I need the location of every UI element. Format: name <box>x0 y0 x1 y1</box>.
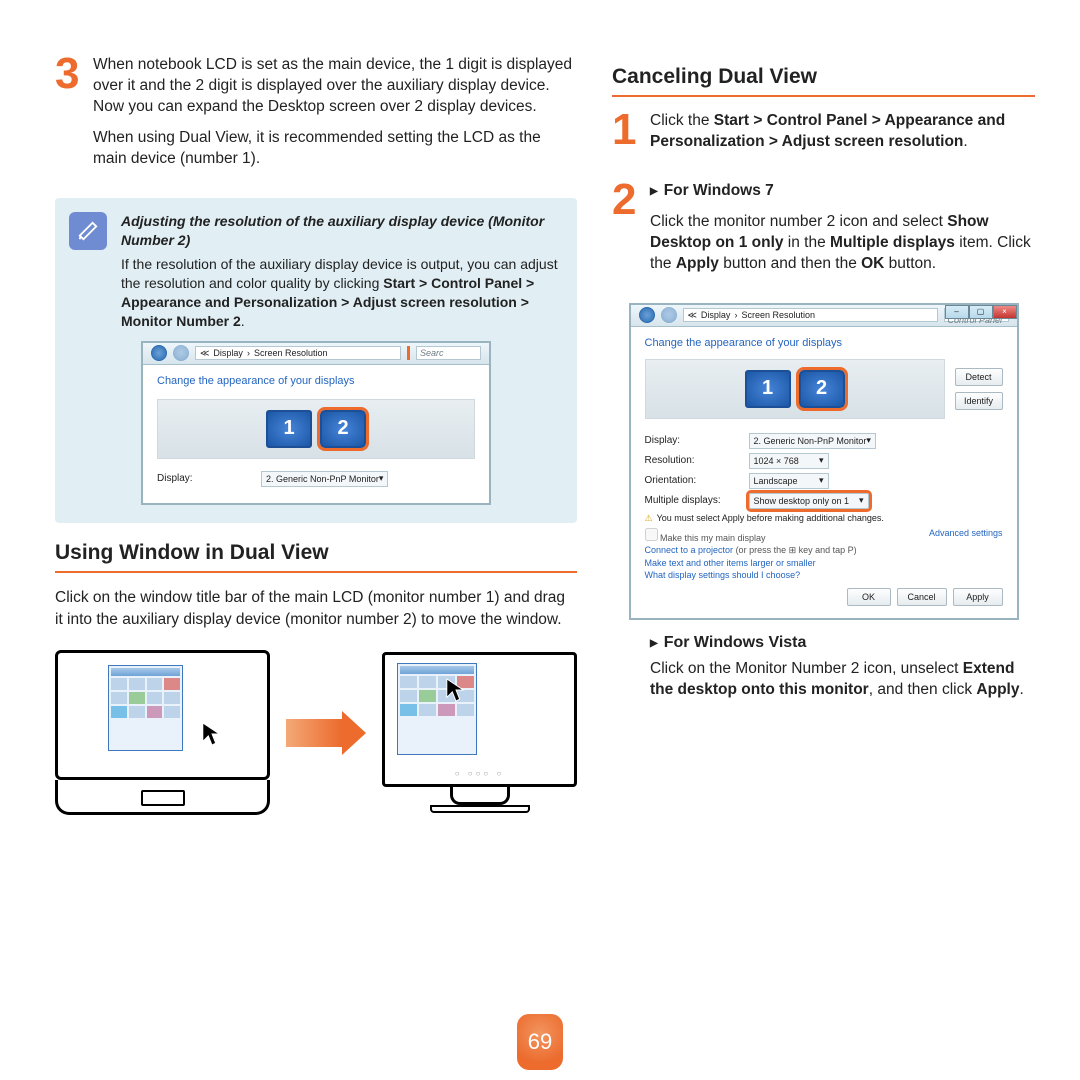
display-label: Display: <box>157 473 247 484</box>
monitor-2-icon[interactable]: 2 <box>320 410 366 448</box>
orientation-label: Orientation: <box>645 475 735 486</box>
tip-body: If the resolution of the auxiliary displ… <box>121 255 565 331</box>
resolution-select[interactable]: 1024 × 768▾ <box>749 453 829 469</box>
step-3-p2: When using Dual View, it is recommended … <box>93 128 577 170</box>
warning-icon: ⚠ <box>645 513 653 523</box>
cursor-icon <box>445 677 467 703</box>
monitor-1-icon[interactable]: 1 <box>745 370 791 408</box>
step-number: 3 <box>55 55 83 180</box>
for-windows-vista: For Windows Vista <box>650 634 806 651</box>
step-3: 3 When notebook LCD is set as the main d… <box>55 55 577 180</box>
step-number: 2 <box>612 181 640 285</box>
section-title-canceling: Canceling Dual View <box>612 65 1035 97</box>
step-number: 1 <box>612 111 640 163</box>
section-title-using-window: Using Window in Dual View <box>55 541 577 573</box>
screenshot-screen-resolution-2: ≪ Display › Screen Resolution Search Con… <box>629 303 1019 620</box>
shot-heading: Change the appearance of your displays <box>645 337 1003 349</box>
laptop-icon <box>55 650 270 815</box>
section-body-using-window: Click on the window title bar of the mai… <box>55 587 577 630</box>
make-text-larger-link[interactable]: Make text and other items larger or smal… <box>645 558 1003 568</box>
display-select[interactable]: 2. Generic Non-PnP Monitor▾ <box>261 471 388 487</box>
advanced-settings-link[interactable]: Advanced settings <box>929 528 1003 543</box>
multiple-displays-select[interactable]: Show desktop only on 1▾ <box>749 493 869 509</box>
step-2: 2 For Windows 7 Click the monitor number… <box>612 181 1035 285</box>
screenshot-screen-resolution-1: ≪ Display › Screen Resolution Searc Chan… <box>141 341 491 505</box>
connect-projector-link[interactable]: Connect to a projector (or press the ⊞ k… <box>645 545 1003 556</box>
apply-button[interactable]: Apply <box>953 588 1003 606</box>
shot-heading: Change the appearance of your displays <box>157 375 475 387</box>
nav-back-icon[interactable] <box>151 345 167 361</box>
pencil-note-icon <box>69 212 107 250</box>
ok-button[interactable]: OK <box>847 588 891 606</box>
step-3-p1: When notebook LCD is set as the main dev… <box>93 55 577 118</box>
for-windows-vista-block: For Windows Vista Click on the Monitor N… <box>650 634 1035 701</box>
tip-box: Adjusting the resolution of the auxiliar… <box>55 198 577 523</box>
arrow-right-icon <box>286 711 366 755</box>
minimize-icon[interactable]: – <box>945 305 969 319</box>
make-main-display-checkbox[interactable] <box>645 528 658 541</box>
monitor-buttons-icon: ○ ○○○ ○ <box>455 769 505 778</box>
detect-button[interactable]: Detect <box>955 368 1003 386</box>
monitor-2-icon[interactable]: 2 <box>799 370 845 408</box>
nav-back-icon[interactable] <box>639 307 655 323</box>
nav-forward-icon[interactable] <box>173 345 189 361</box>
tip-title: Adjusting the resolution of the auxiliar… <box>121 212 565 250</box>
identify-button[interactable]: Identify <box>955 392 1003 410</box>
page-number-badge: 69 <box>517 1014 563 1070</box>
maximize-icon[interactable]: ▢ <box>969 305 993 319</box>
close-icon[interactable]: × <box>993 305 1017 319</box>
monitor-1-icon[interactable]: 1 <box>266 410 312 448</box>
resolution-label: Resolution: <box>645 455 735 466</box>
cursor-icon <box>201 721 223 747</box>
display-label: Display: <box>645 435 735 446</box>
cancel-button[interactable]: Cancel <box>897 588 947 606</box>
breadcrumb[interactable]: ≪ Display › Screen Resolution <box>195 346 401 360</box>
what-display-settings-link[interactable]: What display settings should I choose? <box>645 570 1003 580</box>
warning-text: ⚠You must select Apply before making add… <box>645 513 1003 524</box>
orientation-select[interactable]: Landscape▾ <box>749 473 829 489</box>
step-1: 1 Click the Start > Control Panel > Appe… <box>612 111 1035 163</box>
breadcrumb[interactable]: ≪ Display › Screen Resolution <box>683 308 938 322</box>
external-monitor-icon: ○ ○○○ ○ <box>382 652 577 813</box>
display-select[interactable]: 2. Generic Non-PnP Monitor▾ <box>749 433 876 449</box>
search-input[interactable]: Searc <box>416 346 481 360</box>
drag-window-illustration: ○ ○○○ ○ <box>55 650 577 815</box>
nav-forward-icon[interactable] <box>661 307 677 323</box>
multiple-displays-label: Multiple displays: <box>645 495 735 506</box>
for-windows-7: For Windows 7 <box>650 182 774 199</box>
